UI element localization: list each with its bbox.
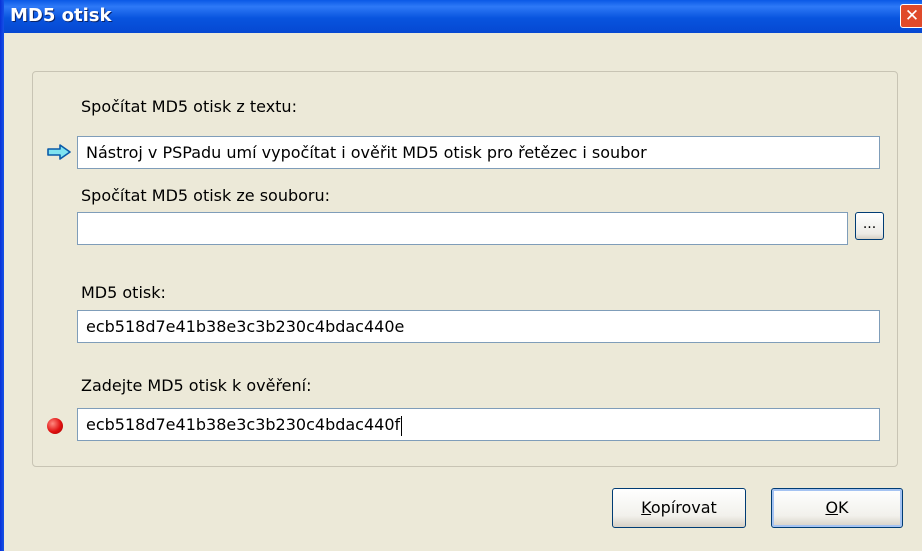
from-text-input[interactable]: Nástroj v PSPadu umí vypočítat i ověřit … — [77, 136, 880, 169]
from-text-value: Nástroj v PSPadu umí vypočítat i ověřit … — [86, 143, 647, 162]
title-bar[interactable]: MD5 otisk ✕ — [0, 0, 922, 33]
ok-label: K — [838, 498, 849, 517]
verify-label: Zadejte MD5 otisk k ověření: — [81, 376, 312, 395]
ok-button[interactable]: OK — [771, 488, 903, 528]
copy-label: opírovat — [650, 498, 717, 517]
from-file-input[interactable] — [77, 212, 848, 245]
md5-dialog: MD5 otisk ✕ Spočítat MD5 otisk z textu: … — [0, 0, 922, 551]
verify-value: ecb518d7e41b38e3c3b230c4bdac440f — [86, 415, 401, 434]
arrow-right-icon — [47, 144, 71, 160]
verify-input[interactable]: ecb518d7e41b38e3c3b230c4bdac440f — [77, 408, 880, 441]
ok-accesskey: O — [825, 498, 839, 517]
copy-accesskey: K — [641, 498, 651, 517]
red-dot-icon — [47, 418, 63, 434]
from-file-label: Spočítat MD5 otisk ze souboru: — [81, 186, 331, 205]
close-button[interactable]: ✕ — [900, 4, 922, 28]
window-frame-left — [0, 0, 4, 551]
browse-button[interactable]: ... — [855, 212, 884, 240]
from-text-label: Spočítat MD5 otisk z textu: — [81, 97, 297, 116]
copy-button[interactable]: Kopírovat — [612, 488, 746, 528]
hash-output-field[interactable]: ecb518d7e41b38e3c3b230c4bdac440e — [77, 310, 880, 343]
hash-label: MD5 otisk: — [81, 283, 166, 302]
window-title: MD5 otisk — [10, 5, 112, 26]
hash-value: ecb518d7e41b38e3c3b230c4bdac440e — [86, 317, 405, 336]
text-caret — [401, 415, 403, 436]
